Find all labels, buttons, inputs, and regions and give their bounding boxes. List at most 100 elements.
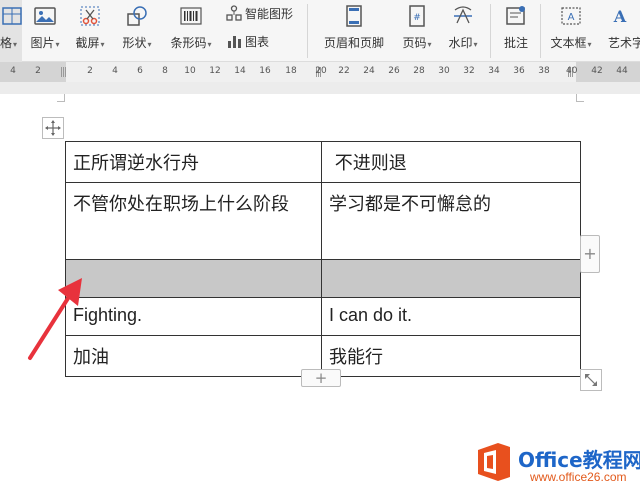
- ruler-tick: 8: [162, 66, 168, 76]
- ruler-tick: 22: [338, 66, 350, 76]
- scissors-icon: [80, 6, 100, 26]
- left-indent-marker[interactable]: [61, 67, 67, 77]
- svg-text:#: #: [413, 13, 421, 23]
- document-table[interactable]: 正所谓逆水行舟 不进则退 不管你处在职场上什么阶段 学习都是不可懈怠的 Figh…: [65, 141, 581, 377]
- add-column-button[interactable]: +: [580, 235, 600, 273]
- ruler-tick: 34: [488, 66, 500, 76]
- smart-graphic-icon: [226, 5, 242, 21]
- picture-button[interactable]: 图片▾: [25, 0, 65, 62]
- table-cell[interactable]: [321, 259, 581, 298]
- ruler-page-gap: [0, 82, 640, 94]
- bar-chart-icon: [228, 36, 241, 48]
- shape-button[interactable]: 形状▾: [114, 0, 160, 62]
- table-cell[interactable]: I can do it.: [321, 297, 581, 336]
- ruler-tick: 40: [566, 66, 578, 76]
- barcode-label: 条形码: [170, 36, 207, 50]
- shape-label: 形状: [122, 36, 147, 50]
- textbox-button[interactable]: A 文本框▾: [544, 0, 598, 62]
- site-watermark: Office教程网 www.office26.com: [474, 440, 640, 490]
- ruler-tick: 18: [285, 66, 297, 76]
- ruler-tick: 4: [10, 66, 16, 76]
- chart-label: 图表: [245, 35, 270, 49]
- watermark-title: Office教程网: [518, 448, 640, 472]
- table-cell[interactable]: 加油: [65, 335, 322, 377]
- table-label: 格: [0, 36, 13, 50]
- insert-ribbon: 格▾ 图片▾ 截屏▾ 形状▾ 条形码▾ 智能图形 图表 页眉和页脚 # 页码▾ …: [0, 0, 640, 62]
- art-text-button[interactable]: A 艺术字: [600, 0, 640, 62]
- chart-button[interactable]: 图表: [226, 33, 269, 51]
- header-footer-button[interactable]: 页眉和页脚: [316, 0, 392, 62]
- art-text-icon: A: [613, 7, 627, 26]
- textbox-icon: A: [561, 7, 581, 25]
- ribbon-divider: [307, 4, 308, 58]
- watermark-icon: [454, 6, 472, 24]
- table-button[interactable]: 格▾: [0, 0, 22, 62]
- ruler-tick: 28: [413, 66, 425, 76]
- ruler-tick: 2: [87, 66, 93, 76]
- table-row: Fighting. I can do it.: [65, 297, 581, 336]
- watermark-button[interactable]: 水印▾: [442, 0, 484, 62]
- ruler-tick: 12: [209, 66, 221, 76]
- chevron-down-icon: ▾: [55, 40, 60, 49]
- chevron-down-icon: ▾: [427, 40, 432, 49]
- ruler-tick: 14: [234, 66, 246, 76]
- svg-text:A: A: [568, 12, 575, 23]
- picture-label: 图片: [30, 36, 55, 50]
- ruler-tick: 42: [591, 66, 603, 76]
- move-icon: [45, 120, 61, 136]
- ruler-tick: 36: [513, 66, 525, 76]
- ruler-tick: 24: [363, 66, 375, 76]
- watermark-label: 水印: [448, 36, 473, 50]
- comment-icon: [506, 6, 525, 25]
- art-text-label: 艺术字: [608, 36, 640, 50]
- table-cell[interactable]: 正所谓逆水行舟: [65, 141, 322, 183]
- page-margin-corner: [57, 94, 65, 102]
- ruler-tick: 10: [184, 66, 196, 76]
- textbox-label: 文本框: [550, 36, 587, 50]
- smart-graphic-label: 智能图形: [245, 7, 294, 21]
- page-number-icon: #: [409, 5, 425, 27]
- smart-graphic-button[interactable]: 智能图形: [226, 5, 293, 23]
- table-resize-handle[interactable]: [580, 369, 602, 391]
- ruler-tick: 2: [35, 66, 41, 76]
- watermark-url: www.office26.com: [530, 470, 627, 484]
- add-row-button[interactable]: +: [301, 369, 341, 387]
- ruler-tick: 16: [259, 66, 271, 76]
- header-footer-icon: [346, 5, 362, 27]
- office-logo-icon: [478, 443, 510, 481]
- screenshot-button[interactable]: 截屏▾: [68, 0, 112, 62]
- ruler-tick: 4: [112, 66, 118, 76]
- table-cell[interactable]: Fighting.: [65, 297, 322, 336]
- ruler-tick: 26: [388, 66, 400, 76]
- resize-icon: [585, 374, 597, 386]
- ribbon-divider: [490, 4, 491, 58]
- comment-label: 批注: [503, 36, 528, 50]
- svg-text:A: A: [613, 7, 627, 26]
- ruler-tick: 32: [463, 66, 475, 76]
- table-move-handle[interactable]: [42, 117, 64, 139]
- table-cell[interactable]: 我能行: [321, 335, 581, 377]
- annotation-arrow: [28, 278, 82, 360]
- ruler-tick: 38: [538, 66, 550, 76]
- page-number-button[interactable]: # 页码▾: [396, 0, 438, 62]
- chevron-down-icon: ▾: [13, 40, 18, 49]
- table-row: 正所谓逆水行舟 不进则退: [65, 141, 581, 183]
- header-footer-label: 页眉和页脚: [323, 36, 384, 50]
- comment-button[interactable]: 批注: [496, 0, 536, 62]
- ribbon-divider: [540, 4, 541, 58]
- table-icon: [2, 7, 22, 25]
- chevron-down-icon: ▾: [207, 40, 212, 49]
- ruler-tick: 44: [616, 66, 628, 76]
- wps-writer-window: 格▾ 图片▾ 截屏▾ 形状▾ 条形码▾ 智能图形 图表 页眉和页脚 # 页码▾ …: [0, 0, 640, 493]
- table-cell[interactable]: [65, 259, 322, 298]
- chevron-down-icon: ▾: [473, 40, 478, 49]
- table-cell[interactable]: 学习都是不可懈怠的: [321, 182, 581, 260]
- horizontal-ruler[interactable]: 4 2 2 4 6 8 10 12 14 16 18 22 24 26 28 3…: [0, 62, 640, 82]
- shapes-icon: [127, 6, 147, 26]
- page-number-label: 页码: [402, 36, 427, 50]
- table-cell[interactable]: 不进则退: [321, 141, 581, 183]
- chevron-down-icon: ▾: [587, 40, 592, 49]
- barcode-button[interactable]: 条形码▾: [162, 0, 220, 62]
- table-cell[interactable]: 不管你处在职场上什么阶段: [65, 182, 322, 260]
- chevron-down-icon: ▾: [147, 40, 152, 49]
